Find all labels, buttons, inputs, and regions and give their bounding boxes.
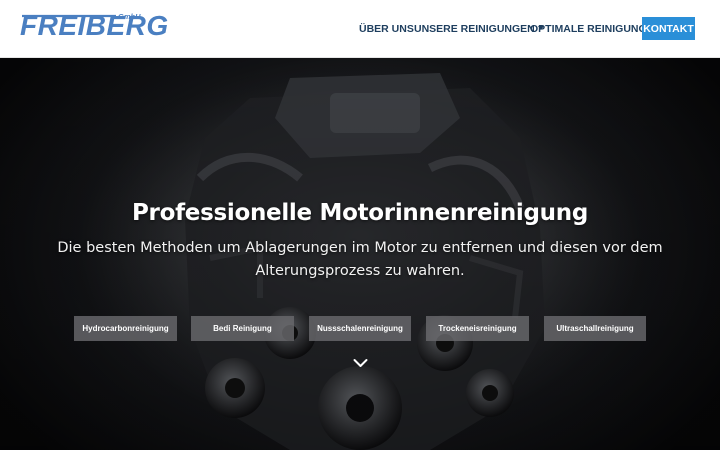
bedi-button[interactable]: Bedi Reinigung [191,316,294,341]
nav-item-unsere-reinigungen[interactable]: UNSERE REINIGUNGEN [414,23,544,35]
hero-section: Professionelle Motorinnenreinigung Die b… [0,58,720,450]
site-header: FREIBERG GmbH ÜBER UNS UNSERE REINIGUNGE… [0,0,720,58]
chevron-down-icon[interactable] [353,358,368,368]
freiberg-logo[interactable]: FREIBERG GmbH [20,11,168,43]
nav-item-optimale-reinigung[interactable]: OPTIMALE REINIGUNG [530,23,647,35]
ultraschall-button[interactable]: Ultraschallreinigung [544,316,646,341]
logo-suffix: GmbH [118,12,141,21]
logo-text: FREIBERG [20,10,169,41]
nav-item-ueber-uns[interactable]: ÜBER UNS [359,23,414,35]
contact-button[interactable]: KONTAKT [642,17,695,40]
hero-title: Professionelle Motorinnenreinigung [131,200,588,226]
nussschalen-button[interactable]: Nussschalenreinigung [309,316,411,341]
nav-item-label: OPTIMALE REINIGUNG [530,23,647,35]
hydrocarbon-button[interactable]: Hydrocarbonreinigung [74,316,177,341]
trockeneis-button[interactable]: Trockeneisreinigung [426,316,529,341]
nav-item-label: ÜBER UNS [359,23,414,35]
hero-subtitle: Die besten Methoden um Ablagerungen im M… [57,240,663,279]
nav-item-label: UNSERE REINIGUNGEN [414,23,535,35]
